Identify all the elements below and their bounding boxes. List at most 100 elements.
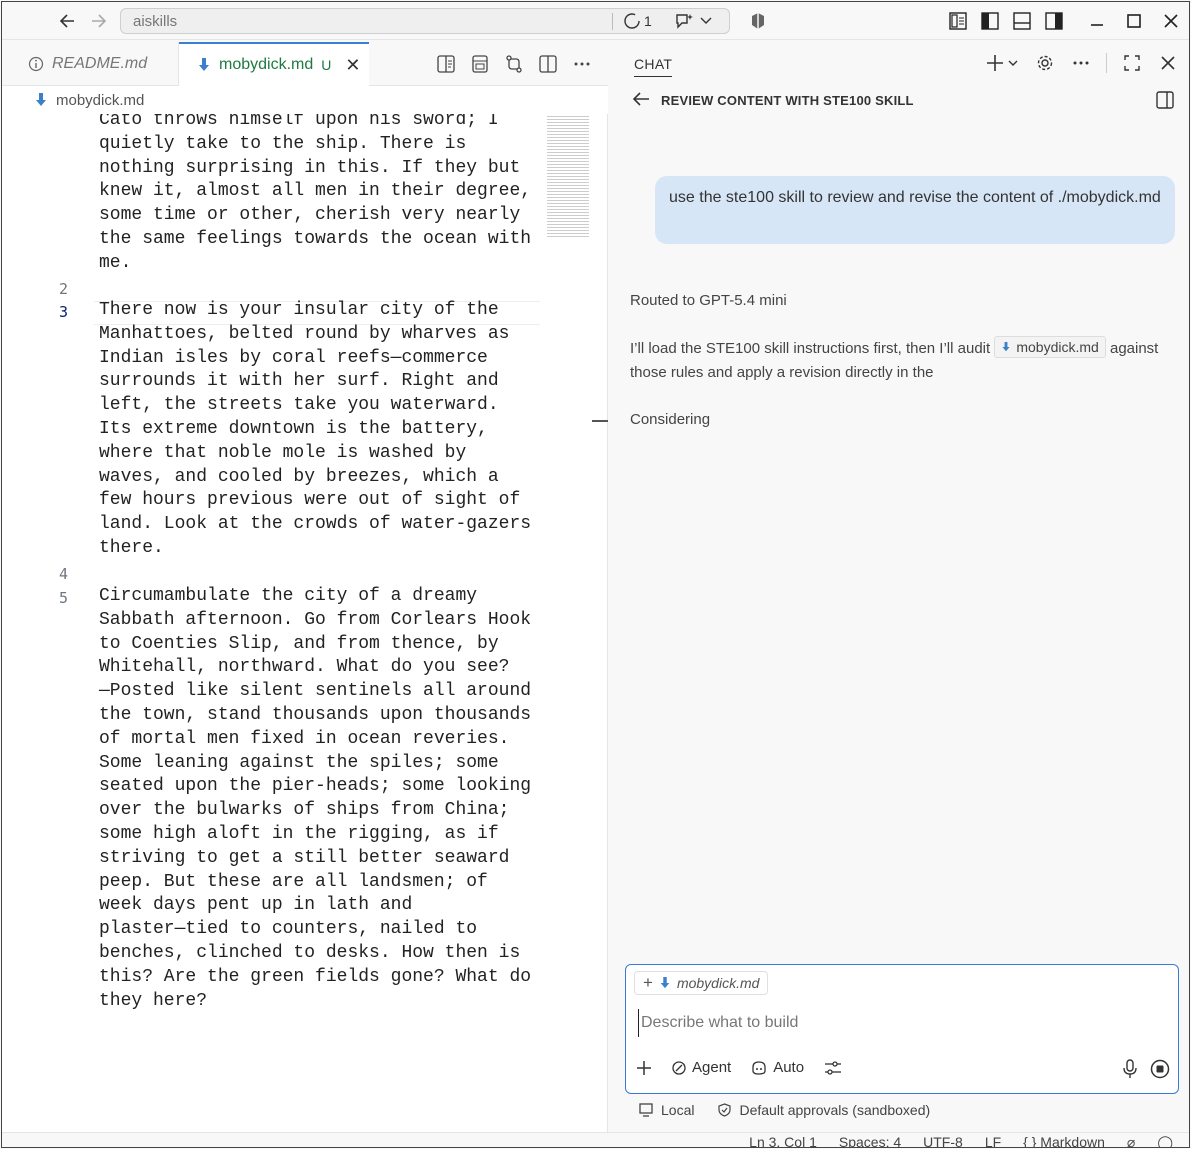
- progress-circle-icon: [624, 13, 640, 29]
- more-actions-icon[interactable]: [1070, 52, 1092, 74]
- toggle-sessions-icon[interactable]: [1155, 90, 1175, 115]
- copilot-status-icon[interactable]: ⌀: [1127, 1134, 1135, 1147]
- breadcrumb[interactable]: mobydick.md: [2, 86, 608, 114]
- forward-arrow-icon[interactable]: [86, 8, 112, 34]
- file-reference-label: mobydick.md: [1016, 339, 1099, 355]
- language-mode[interactable]: { } Markdown: [1023, 1134, 1105, 1148]
- compare-changes-icon[interactable]: [502, 52, 526, 76]
- notifications-bell-icon[interactable]: ◯: [1157, 1134, 1173, 1147]
- approvals-picker[interactable]: Default approvals (sandboxed): [718, 1102, 930, 1118]
- status-items: Ln 3, Col 1 Spaces: 4 UTF-8 LF { } Markd…: [749, 1134, 1173, 1148]
- toggle-secondary-sidebar-icon[interactable]: [1041, 8, 1067, 34]
- language-label: Markdown: [1040, 1134, 1105, 1148]
- more-actions-icon[interactable]: [570, 52, 594, 76]
- chat-menu-button[interactable]: [674, 12, 712, 30]
- add-context-icon[interactable]: +: [643, 973, 653, 993]
- progress-indicator[interactable]: 1: [623, 12, 652, 30]
- chat-header-actions: [986, 52, 1179, 74]
- chat-input-box: + mobydick.md Agent Auto: [625, 964, 1179, 1094]
- routed-note: Routed to GPT-5.4 mini: [630, 292, 787, 309]
- tab-mobydick-label: mobydick.md: [219, 56, 314, 73]
- user-message: use the ste100 skill to review and revis…: [655, 176, 1175, 244]
- status-bar: Ln 3, Col 1 Spaces: 4 UTF-8 LF { } Markd…: [2, 1132, 1189, 1148]
- progress-status: Considering: [630, 411, 711, 428]
- code-editor[interactable]: 2 3 4 5 Cato throws himself upon his swo…: [2, 114, 562, 1132]
- chevron-down-icon: [700, 17, 712, 24]
- toggle-primary-sidebar-icon[interactable]: [977, 8, 1003, 34]
- tab-readme[interactable]: README.md: [2, 42, 179, 86]
- file-reference-chip[interactable]: mobydick.md: [994, 336, 1106, 358]
- editor-actions: [434, 52, 594, 76]
- session-title: REVIEW CONTENT WITH STE100 SKILL: [661, 93, 914, 108]
- approvals-label: Default approvals (sandboxed): [739, 1102, 931, 1118]
- microphone-icon[interactable]: [1122, 1059, 1138, 1084]
- cursor-position[interactable]: Ln 3, Col 1: [749, 1134, 817, 1147]
- session-row: REVIEW CONTENT WITH STE100 SKILL: [609, 86, 1189, 116]
- close-tab-icon[interactable]: ✕: [345, 55, 360, 76]
- paragraph-text[interactable]: Circumambulate the city of a dreamy Sabb…: [99, 585, 539, 1013]
- model-label: Auto: [773, 1059, 805, 1076]
- copilot-icon: [752, 1060, 766, 1075]
- paragraph-text[interactable]: There now is your insular city of the Ma…: [99, 299, 539, 561]
- chat-input[interactable]: [638, 1009, 1158, 1037]
- shield-icon: [718, 1103, 732, 1117]
- new-chat-button[interactable]: [986, 52, 1020, 74]
- sash-handle[interactable]: [592, 420, 608, 422]
- minimize-icon[interactable]: [1084, 8, 1110, 34]
- location-picker[interactable]: Local: [639, 1102, 694, 1118]
- line-number-active: 3: [58, 303, 68, 321]
- markdown-file-icon: [36, 93, 46, 106]
- add-button[interactable]: [636, 1060, 652, 1076]
- customize-layout-icon[interactable]: [945, 8, 971, 34]
- location-label: Local: [661, 1102, 695, 1118]
- stop-button[interactable]: [1150, 1059, 1170, 1084]
- encoding[interactable]: UTF-8: [923, 1134, 963, 1147]
- tools-settings-icon[interactable]: [824, 1060, 842, 1076]
- attachment-chip[interactable]: + mobydick.md: [634, 971, 769, 995]
- maximize-icon[interactable]: [1121, 8, 1147, 34]
- input-toolbar-right: [1122, 1059, 1170, 1084]
- maximize-panel-icon[interactable]: [1121, 52, 1143, 74]
- open-preview-icon[interactable]: [434, 52, 458, 76]
- untracked-badge: U: [321, 57, 332, 73]
- tab-chat[interactable]: CHAT: [634, 56, 673, 77]
- info-icon: [28, 56, 44, 72]
- indentation[interactable]: Spaces: 4: [839, 1134, 901, 1147]
- minimap[interactable]: [547, 116, 589, 238]
- chat-header: CHAT: [609, 42, 1189, 86]
- agent-icon: [672, 1060, 686, 1075]
- attachment-label: mobydick.md: [676, 975, 760, 991]
- markdown-file-icon: [660, 977, 670, 989]
- chat-sparkle-icon: [676, 14, 693, 29]
- assistant-text: I’ll load the STE100 skill instructions …: [630, 340, 995, 357]
- editor-tabs: README.md mobydick.md U ✕: [2, 42, 608, 86]
- paragraph-text[interactable]: Cato throws himself upon his sword; I qu…: [99, 114, 539, 276]
- agent-mode-picker[interactable]: Agent: [672, 1059, 731, 1076]
- editor-group: README.md mobydick.md U ✕ mobydick.md 2 …: [2, 42, 608, 1132]
- line-ending[interactable]: LF: [985, 1134, 1001, 1147]
- tab-readme-label: README.md: [52, 55, 148, 72]
- monitor-icon: [639, 1103, 653, 1117]
- close-icon[interactable]: [1157, 52, 1179, 74]
- back-arrow-icon[interactable]: [54, 8, 80, 34]
- gear-icon[interactable]: [1034, 52, 1056, 74]
- split-editor-icon[interactable]: [536, 52, 560, 76]
- command-center-text: aiskills: [133, 13, 178, 30]
- progress-count: 1: [644, 13, 652, 29]
- assistant-message: I’ll load the STE100 skill instructions …: [630, 336, 1170, 385]
- toggle-panel-icon[interactable]: [1009, 8, 1035, 34]
- close-window-icon[interactable]: [1158, 8, 1184, 34]
- copilot-logo-icon[interactable]: [745, 8, 771, 34]
- header-divider: [1106, 53, 1107, 73]
- line-number: 2: [58, 280, 68, 298]
- agent-mode-label: Agent: [692, 1059, 732, 1076]
- tab-mobydick[interactable]: mobydick.md U ✕: [179, 42, 369, 86]
- model-picker[interactable]: Auto: [751, 1059, 804, 1076]
- chat-panel: CHAT REVIEW CONTENT WITH STE100 SKILL us…: [609, 42, 1189, 1132]
- command-center-search[interactable]: aiskills 1: [120, 8, 730, 34]
- line-number: 5: [58, 589, 68, 607]
- back-arrow-icon[interactable]: [631, 90, 651, 113]
- timeline-icon[interactable]: [468, 52, 492, 76]
- breadcrumb-file: mobydick.md: [56, 91, 145, 109]
- input-toolbar: Agent Auto: [636, 1059, 842, 1076]
